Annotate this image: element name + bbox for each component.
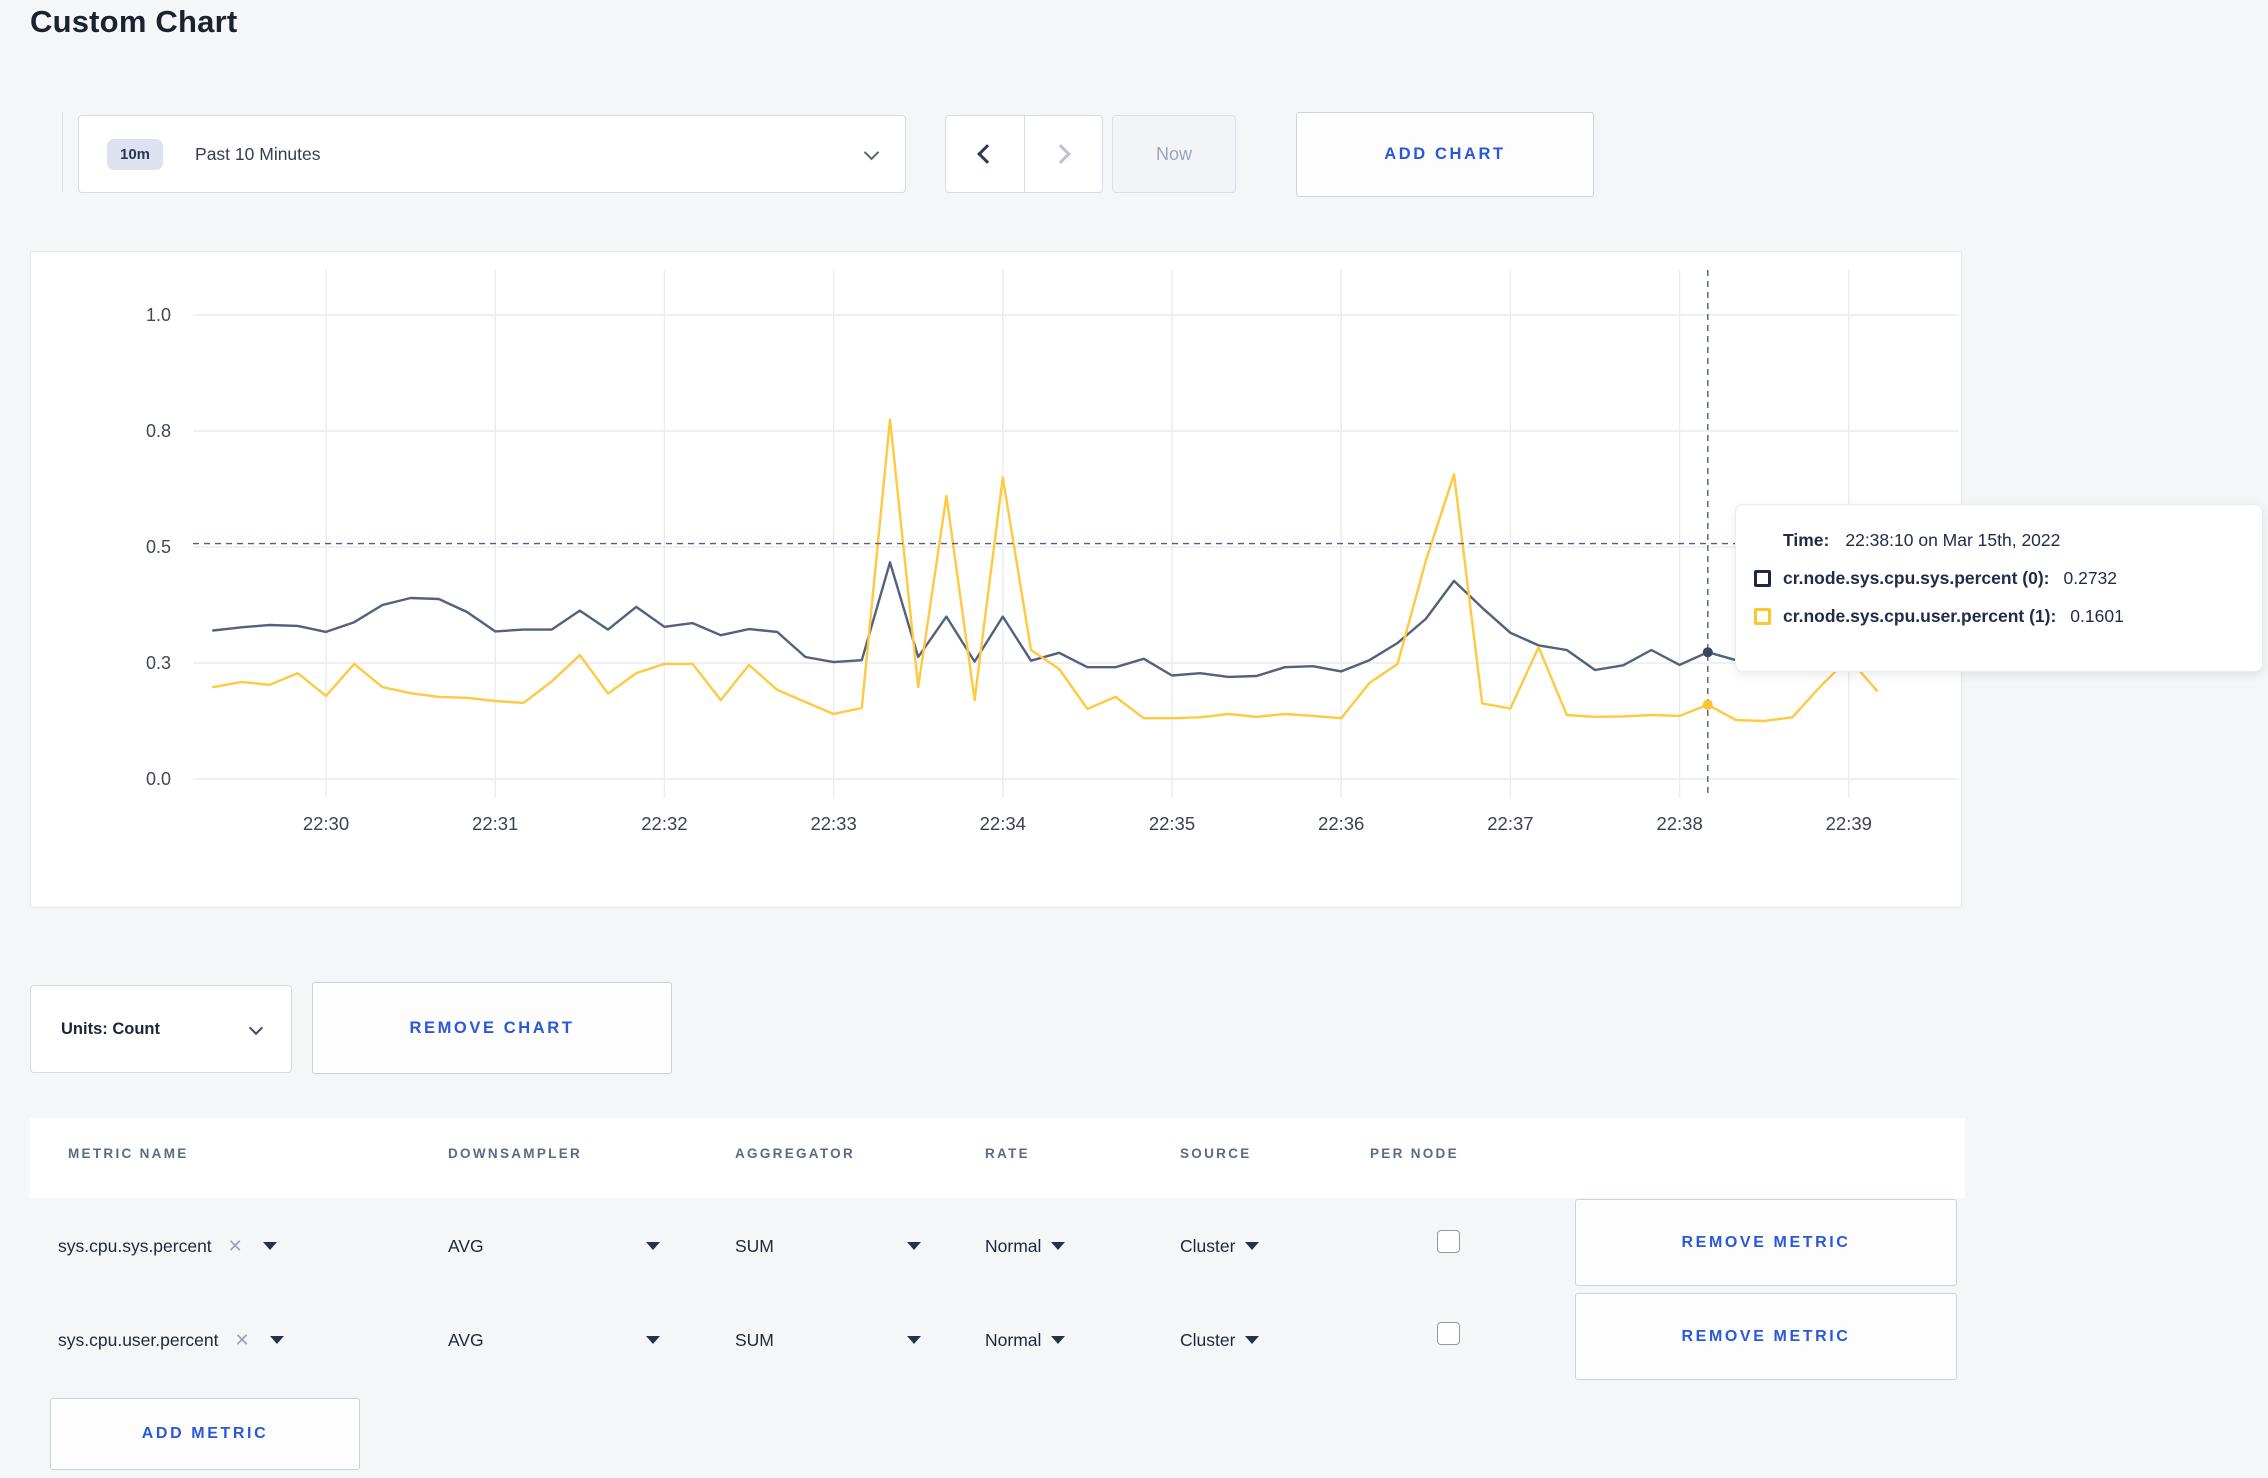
add-chart-button[interactable]: ADD CHART xyxy=(1296,112,1594,197)
downsampler-select[interactable]: AVG xyxy=(448,1232,660,1260)
source-select[interactable]: Cluster xyxy=(1180,1326,1260,1354)
svg-text:0.0: 0.0 xyxy=(146,769,171,789)
chevron-down-icon xyxy=(248,1020,264,1038)
chevron-right-icon xyxy=(1051,144,1072,164)
dropdown-caret-icon xyxy=(1245,1242,1260,1250)
downsampler-value: AVG xyxy=(448,1329,484,1350)
svg-text:22:32: 22:32 xyxy=(641,813,687,834)
col-header-per-node: PER NODE xyxy=(1370,1146,1459,1161)
col-header-downsampler: DOWNSAMPLER xyxy=(448,1146,583,1161)
clear-metric-icon[interactable]: ✕ xyxy=(235,1330,250,1351)
rate-value: Normal xyxy=(985,1329,1042,1350)
page-title: Custom Chart xyxy=(30,4,238,39)
svg-text:1.0: 1.0 xyxy=(146,305,171,325)
dropdown-caret-icon xyxy=(1245,1336,1260,1344)
source-select[interactable]: Cluster xyxy=(1180,1232,1260,1260)
tooltip-series-value: 0.1601 xyxy=(2070,606,2124,626)
per-node-checkbox[interactable] xyxy=(1437,1322,1460,1345)
svg-text:22:35: 22:35 xyxy=(1149,813,1195,834)
downsampler-select[interactable]: AVG xyxy=(448,1326,660,1354)
custom-chart-page: Custom Chart 10m Past 10 Minutes Now ADD… xyxy=(0,0,2268,1478)
add-metric-button[interactable]: ADD METRIC xyxy=(50,1398,360,1470)
col-header-rate: RATE xyxy=(985,1146,1030,1161)
time-range-pager xyxy=(945,115,1103,193)
tooltip-series-row: cr.node.sys.cpu.user.percent (1): 0.1601 xyxy=(1754,606,2262,627)
chart-plot[interactable]: 0.0 0.3 0.5 0.8 1.0 22:30 22:31 22:32 22:33 22:34… xyxy=(31,252,1961,907)
tooltip-time-value: 22:38:10 on Mar 15th, 2022 xyxy=(1845,530,2061,550)
now-button[interactable]: Now xyxy=(1112,115,1236,193)
time-window-label: Past 10 Minutes xyxy=(195,143,321,164)
remove-metric-button[interactable]: REMOVE METRIC xyxy=(1575,1199,1957,1286)
col-header-aggregator: AGGREGATOR xyxy=(735,1146,856,1161)
aggregator-select[interactable]: SUM xyxy=(735,1232,921,1260)
source-value: Cluster xyxy=(1180,1235,1236,1256)
next-range-button[interactable] xyxy=(1025,116,1103,192)
aggregator-select[interactable]: SUM xyxy=(735,1326,921,1354)
units-label: Units: Count xyxy=(61,1019,160,1038)
tooltip-series-name: cr.node.sys.cpu.user.percent (1): xyxy=(1783,606,2057,626)
dropdown-caret-icon xyxy=(907,1336,921,1344)
svg-text:22:38: 22:38 xyxy=(1656,813,1702,834)
tooltip-time-row: Time: 22:38:10 on Mar 15th, 2022 xyxy=(1783,530,2262,551)
time-window-selector[interactable]: 10m Past 10 Minutes xyxy=(78,115,906,193)
col-header-source: SOURCE xyxy=(1180,1146,1252,1161)
svg-text:0.5: 0.5 xyxy=(146,537,171,557)
svg-text:22:30: 22:30 xyxy=(303,813,349,834)
dropdown-caret-icon xyxy=(646,1336,660,1344)
metric-name: sys.cpu.user.percent xyxy=(58,1329,219,1350)
dropdown-caret-icon xyxy=(1051,1242,1066,1250)
svg-text:22:37: 22:37 xyxy=(1487,813,1533,834)
sys-series-swatch-icon xyxy=(1754,570,1771,587)
toolbar-divider xyxy=(62,112,63,192)
chevron-left-icon xyxy=(976,144,997,164)
per-node-checkbox[interactable] xyxy=(1437,1230,1460,1253)
svg-text:22:31: 22:31 xyxy=(472,813,518,834)
metric-name: sys.cpu.sys.percent xyxy=(58,1235,212,1256)
svg-text:22:39: 22:39 xyxy=(1826,813,1872,834)
metric-name-select[interactable]: sys.cpu.user.percent ✕ xyxy=(58,1326,284,1354)
aggregator-value: SUM xyxy=(735,1329,774,1350)
rate-select[interactable]: Normal xyxy=(985,1326,1066,1354)
metric-name-select[interactable]: sys.cpu.sys.percent ✕ xyxy=(58,1232,277,1260)
dropdown-caret-icon xyxy=(269,1336,284,1344)
units-selector[interactable]: Units: Count xyxy=(30,985,292,1073)
user-series-swatch-icon xyxy=(1754,608,1771,625)
tooltip-time-label: Time: xyxy=(1783,530,1830,550)
aggregator-value: SUM xyxy=(735,1235,774,1256)
downsampler-value: AVG xyxy=(448,1235,484,1256)
chart-tooltip: Time: 22:38:10 on Mar 15th, 2022 cr.node.… xyxy=(1735,504,2263,672)
svg-text:0.3: 0.3 xyxy=(146,653,171,673)
rate-select[interactable]: Normal xyxy=(985,1232,1066,1260)
clear-metric-icon[interactable]: ✕ xyxy=(228,1236,243,1257)
dropdown-caret-icon xyxy=(1051,1336,1066,1344)
dropdown-caret-icon xyxy=(262,1242,277,1250)
tooltip-series-row: cr.node.sys.cpu.sys.percent (0): 0.2732 xyxy=(1754,568,2262,589)
tooltip-series-name: cr.node.sys.cpu.sys.percent (0): xyxy=(1783,568,2050,588)
col-header-metric-name: METRIC NAME xyxy=(68,1146,189,1161)
dropdown-caret-icon xyxy=(907,1242,921,1250)
remove-chart-button[interactable]: REMOVE CHART xyxy=(312,982,672,1074)
remove-metric-button[interactable]: REMOVE METRIC xyxy=(1575,1293,1957,1380)
chart-card: 0.0 0.3 0.5 0.8 1.0 22:30 22:31 22:32 22:33 22:34… xyxy=(30,251,1962,908)
svg-text:22:34: 22:34 xyxy=(980,813,1026,834)
prev-range-button[interactable] xyxy=(946,116,1025,192)
svg-text:22:36: 22:36 xyxy=(1318,813,1364,834)
chevron-down-icon xyxy=(863,144,880,163)
rate-value: Normal xyxy=(985,1235,1042,1256)
dropdown-caret-icon xyxy=(646,1242,660,1250)
svg-text:22:33: 22:33 xyxy=(810,813,856,834)
source-value: Cluster xyxy=(1180,1329,1236,1350)
svg-text:0.8: 0.8 xyxy=(146,421,171,441)
time-window-badge: 10m xyxy=(107,138,164,170)
tooltip-series-value: 0.2732 xyxy=(2063,568,2118,588)
